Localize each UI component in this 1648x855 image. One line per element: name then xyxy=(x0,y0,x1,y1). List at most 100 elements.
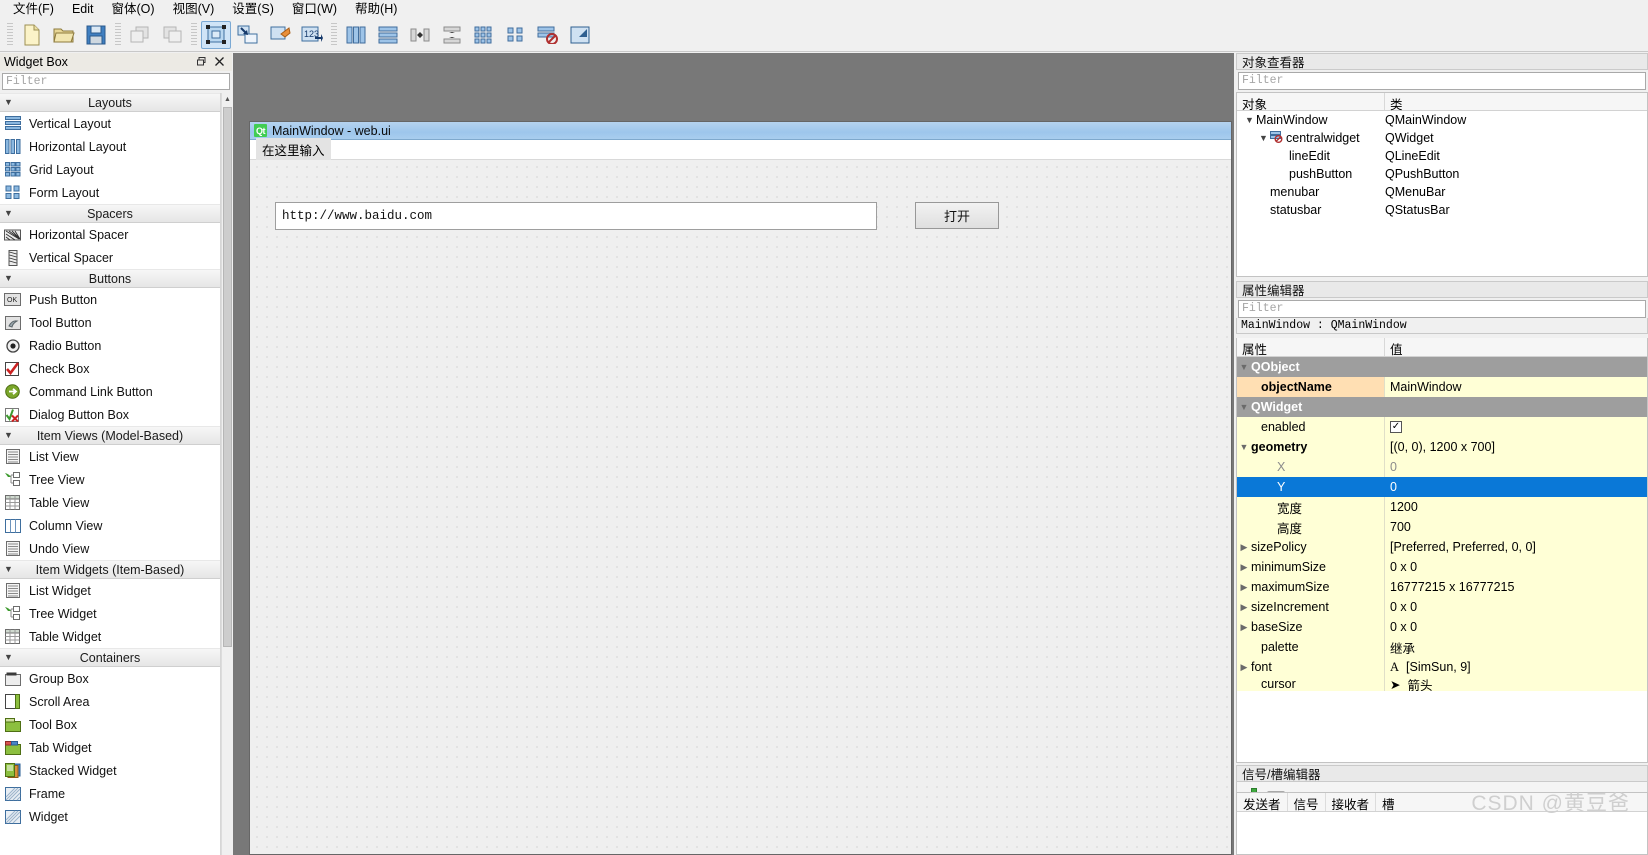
property-row-cursor[interactable]: cursor ➤ 箭头 xyxy=(1237,677,1647,691)
scrollbar-thumb[interactable] xyxy=(223,107,232,647)
form-menubar-placeholder[interactable]: 在这里输入 xyxy=(256,138,331,161)
widget-group-item-widgets[interactable]: ▼ Item Widgets (Item-Based) xyxy=(0,560,220,579)
property-row-maximumsize[interactable]: ▶ maximumSize 16777215 x 16777215 xyxy=(1237,577,1647,597)
property-row-geometry-y[interactable]: Y 0 xyxy=(1237,477,1647,497)
widget-item-group-box[interactable]: Group Box xyxy=(0,667,220,690)
widget-item-column-view[interactable]: Column View xyxy=(0,514,220,537)
widget-item-command-link-button[interactable]: Command Link Button xyxy=(0,380,220,403)
widget-item-scroll-area[interactable]: Scroll Area xyxy=(0,690,220,713)
property-row-sizepolicy[interactable]: ▶ sizePolicy [Preferred, Preferred, 0, 0] xyxy=(1237,537,1647,557)
signal-slot-editor-table[interactable]: 发送者 信号 接收者 槽 xyxy=(1236,792,1648,855)
property-editor-filter-input[interactable]: Filter xyxy=(1238,300,1646,318)
chevron-down-icon[interactable]: ▼ xyxy=(1237,402,1251,412)
scroll-up-icon[interactable]: ▲ xyxy=(222,93,233,106)
menu-item-help[interactable]: 帮助(H) xyxy=(346,0,406,18)
form-canvas[interactable]: http://www.baidu.com 打开 xyxy=(250,160,1231,854)
widget-item-check-box[interactable]: Check Box xyxy=(0,357,220,380)
chevron-right-icon[interactable]: ▶ xyxy=(1237,602,1251,613)
property-row-objectname[interactable]: objectName MainWindow xyxy=(1237,377,1647,397)
layout-horizontally-icon[interactable] xyxy=(341,21,371,49)
property-row-basesize[interactable]: ▶ baseSize 0 x 0 xyxy=(1237,617,1647,637)
property-value[interactable]: 1200 xyxy=(1385,497,1647,517)
adjust-size-icon[interactable] xyxy=(565,21,595,49)
menu-item-view[interactable]: 视图(V) xyxy=(164,0,224,18)
widget-item-tool-box[interactable]: Tool Box xyxy=(0,713,220,736)
property-value[interactable]: 16777215 x 16777215 xyxy=(1385,577,1647,597)
widget-box-scrollbar[interactable]: ▲ xyxy=(221,93,232,855)
widget-box-list[interactable]: ▼ Layouts Vertical Layout Horizontal Layo… xyxy=(0,93,221,855)
object-row-statusbar[interactable]: statusbar QStatusBar xyxy=(1237,201,1647,219)
property-row-palette[interactable]: palette 继承 xyxy=(1237,637,1647,657)
widget-item-horizontal-layout[interactable]: Horizontal Layout xyxy=(0,135,220,158)
column-header-slot[interactable]: 槽 xyxy=(1376,793,1401,812)
layout-vertically-icon[interactable] xyxy=(373,21,403,49)
property-value[interactable]: 继承 xyxy=(1385,637,1647,657)
property-value[interactable]: [SimSun, 9] xyxy=(1406,660,1471,674)
menu-item-window[interactable]: 窗口(W) xyxy=(283,0,346,18)
widget-item-radio-button[interactable]: Radio Button xyxy=(0,334,220,357)
property-row-sizeincrement[interactable]: ▶ sizeIncrement 0 x 0 xyxy=(1237,597,1647,617)
property-value[interactable]: 700 xyxy=(1385,517,1647,537)
push-button-widget[interactable]: 打开 xyxy=(915,202,999,229)
widget-item-tool-button[interactable]: Tool Button xyxy=(0,311,220,334)
enabled-checkbox[interactable]: ✓ xyxy=(1390,421,1402,433)
property-row-enabled[interactable]: enabled ✓ xyxy=(1237,417,1647,437)
chevron-right-icon[interactable]: ▶ xyxy=(1237,662,1251,673)
layout-form-icon[interactable] xyxy=(501,21,531,49)
layout-splitter-h-icon[interactable] xyxy=(405,21,435,49)
property-row-geometry-x[interactable]: X 0 xyxy=(1237,457,1647,477)
column-header-class[interactable]: 类 xyxy=(1385,93,1408,112)
widget-item-tree-view[interactable]: Tree View xyxy=(0,468,220,491)
property-value[interactable]: 0 xyxy=(1385,477,1647,497)
object-row-pushbutton[interactable]: pushButton QPushButton xyxy=(1237,165,1647,183)
widget-item-vertical-layout[interactable]: Vertical Layout xyxy=(0,112,220,135)
widget-item-table-widget[interactable]: Table Widget xyxy=(0,625,220,648)
widget-box-filter-input[interactable]: Filter xyxy=(2,73,230,90)
column-header-sender[interactable]: 发送者 xyxy=(1237,793,1288,812)
object-row-menubar[interactable]: menubar QMenuBar xyxy=(1237,183,1647,201)
toolbar-grip[interactable] xyxy=(7,22,13,47)
toolbar-grip-4[interactable] xyxy=(331,22,337,47)
menu-item-edit[interactable]: Edit xyxy=(63,0,103,18)
menu-item-settings[interactable]: 设置(S) xyxy=(223,0,283,18)
open-folder-icon[interactable] xyxy=(49,21,79,49)
edit-signals-slots-icon[interactable] xyxy=(233,21,263,49)
property-group-qobject[interactable]: ▼ QObject xyxy=(1237,357,1647,377)
redo-icon[interactable] xyxy=(157,21,187,49)
break-layout-icon[interactable] xyxy=(533,21,563,49)
widget-item-form-layout[interactable]: Form Layout xyxy=(0,181,220,204)
form-menu-bar[interactable]: 在这里输入 xyxy=(250,138,1231,161)
layout-grid-icon[interactable] xyxy=(469,21,499,49)
property-value[interactable]: 0 xyxy=(1385,457,1647,477)
widget-item-dialog-button-box[interactable]: Dialog Button Box xyxy=(0,403,220,426)
column-header-receiver[interactable]: 接收者 xyxy=(1326,793,1377,812)
column-header-property[interactable]: 属性 xyxy=(1237,338,1385,357)
widget-item-push-button[interactable]: OK Push Button xyxy=(0,288,220,311)
property-row-geometry[interactable]: ▼ geometry [(0, 0), 1200 x 700] xyxy=(1237,437,1647,457)
widget-item-list-widget[interactable]: List Widget xyxy=(0,579,220,602)
chevron-right-icon[interactable]: ▶ xyxy=(1237,622,1251,633)
edit-buddies-icon[interactable] xyxy=(265,21,295,49)
chevron-down-icon[interactable]: ▼ xyxy=(1257,133,1270,143)
property-value[interactable]: MainWindow xyxy=(1385,377,1647,397)
widget-group-buttons[interactable]: ▼ Buttons xyxy=(0,269,220,288)
column-header-object[interactable]: 对象 xyxy=(1237,93,1385,112)
column-header-value[interactable]: 值 xyxy=(1385,338,1647,357)
form-window[interactable]: Qt MainWindow - web.ui 在这里输入 http://www.… xyxy=(249,121,1232,855)
undo-icon[interactable] xyxy=(125,21,155,49)
chevron-down-icon[interactable]: ▼ xyxy=(1237,362,1251,372)
widget-group-spacers[interactable]: ▼ Spacers xyxy=(0,204,220,223)
edit-tab-order-icon[interactable]: 123 xyxy=(297,21,327,49)
property-value[interactable]: [Preferred, Preferred, 0, 0] xyxy=(1385,537,1647,557)
widget-item-grid-layout[interactable]: Grid Layout xyxy=(0,158,220,181)
line-edit-widget[interactable]: http://www.baidu.com xyxy=(275,202,877,230)
chevron-down-icon[interactable]: ▼ xyxy=(1243,115,1256,125)
widget-item-tree-widget[interactable]: Tree Widget xyxy=(0,602,220,625)
restore-icon[interactable] xyxy=(197,55,206,69)
form-window-title-bar[interactable]: Qt MainWindow - web.ui xyxy=(250,122,1231,140)
layout-splitter-v-icon[interactable] xyxy=(437,21,467,49)
property-value[interactable]: 箭头 xyxy=(1407,677,1432,692)
property-value[interactable]: 0 x 0 xyxy=(1385,557,1647,577)
menu-item-form[interactable]: 窗体(O) xyxy=(103,0,164,18)
object-inspector-tree[interactable]: 对象 类 ▼ MainWindow QMainWindow ▼ centralwi… xyxy=(1236,92,1648,277)
